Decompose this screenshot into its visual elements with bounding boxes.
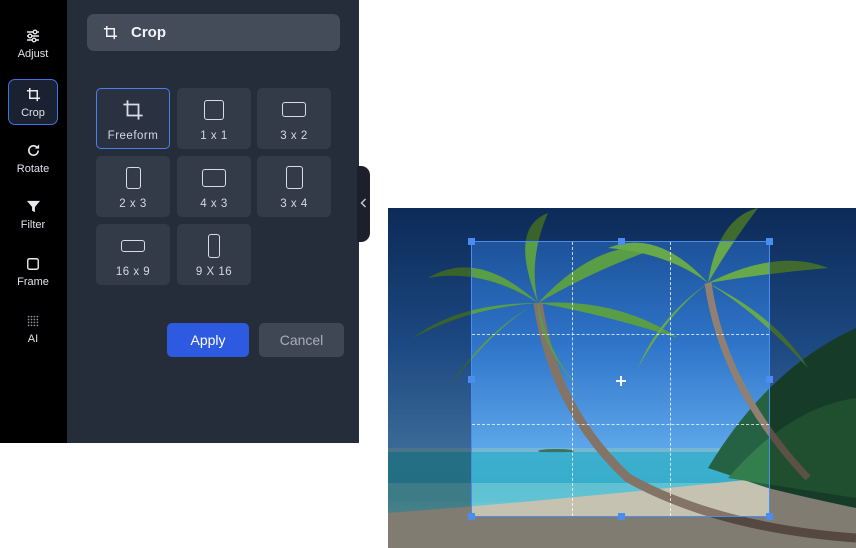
ratio-freeform[interactable]: Freeform [96,88,170,149]
tool-label: Frame [17,275,49,288]
crop-grid-line [472,334,769,335]
sliders-icon [24,27,42,45]
ai-dots-icon [24,312,42,330]
crop-mask [770,208,856,548]
chevron-left-icon [360,195,367,213]
ratio-3x2[interactable]: 3 x 2 [257,88,331,149]
ratio-label: 16 x 9 [115,265,151,278]
crop-handle-right[interactable] [766,376,773,383]
portrait-shape-icon [125,164,141,192]
panel-title: Crop [131,24,166,41]
crop-grid-line [472,424,769,425]
tool-rotate[interactable]: Rotate [8,135,58,181]
ratio-3x4[interactable]: 3 x 4 [257,156,331,217]
crop-panel: Crop Freeform 1 x 1 3 x 2 2 x 3 4 x 3 3 … [67,0,359,443]
tool-label: Filter [20,218,46,231]
wide-shape-icon [121,232,145,260]
editor-stage: Adjust Crop Rotate Filter Frame AI Crop … [0,0,856,548]
panel-header: Crop [87,14,340,51]
crop-selection-box[interactable] [468,238,773,520]
ratio-label: 4 x 3 [200,197,228,210]
tool-label: AI [27,332,39,345]
tool-label: Rotate [16,162,50,175]
tool-ai[interactable]: AI [8,305,58,351]
crop-mask [388,208,471,548]
crop-handle-top[interactable] [618,238,625,245]
tall-shape-icon [208,232,220,260]
ratio-label: 3 x 2 [280,129,308,142]
crop-grid-line [572,242,573,516]
apply-button[interactable]: Apply [167,323,249,357]
crop-handle-bottom-left[interactable] [468,513,475,520]
ratio-label: 3 x 4 [280,197,308,210]
crop-handle-left[interactable] [468,376,475,383]
crop-handle-bottom[interactable] [618,513,625,520]
tool-crop[interactable]: Crop [8,79,58,125]
tool-adjust[interactable]: Adjust [8,20,58,66]
ratio-label: 2 x 3 [119,197,147,210]
crop-handle-bottom-right[interactable] [766,513,773,520]
tool-label: Crop [21,106,45,119]
photo-canvas[interactable] [388,208,856,548]
filter-icon [24,198,42,216]
landscape-shape-icon [202,164,226,192]
square-shape-icon [204,96,224,124]
ratio-2x3[interactable]: 2 x 3 [96,156,170,217]
ratio-9x16[interactable]: 9 X 16 [177,224,251,285]
tool-frame[interactable]: Frame [8,248,58,294]
crop-icon [103,24,121,42]
tool-filter[interactable]: Filter [8,191,58,237]
crop-handle-top-right[interactable] [766,238,773,245]
ratio-16x9[interactable]: 16 x 9 [96,224,170,285]
cancel-button[interactable]: Cancel [259,323,344,357]
crop-mask [471,208,770,241]
crop-grid-line [670,242,671,516]
crop-freeform-icon [122,96,144,124]
landscape-shape-icon [282,96,306,124]
ratio-1x1[interactable]: 1 x 1 [177,88,251,149]
rotate-icon [24,142,42,160]
crop-icon [24,86,42,104]
crop-mask [471,517,770,548]
ratio-label: 9 X 16 [195,265,233,278]
frame-icon [24,255,42,273]
crop-center-crosshair-icon [616,376,626,386]
ratio-4x3[interactable]: 4 x 3 [177,156,251,217]
crop-handle-top-left[interactable] [468,238,475,245]
tool-label: Adjust [17,47,49,60]
ratio-label: Freeform [107,129,159,142]
ratio-label: 1 x 1 [200,129,228,142]
collapse-panel-toggle[interactable] [357,166,370,242]
tool-rail: Adjust Crop Rotate Filter Frame AI [0,0,67,443]
portrait-shape-icon [285,164,303,192]
